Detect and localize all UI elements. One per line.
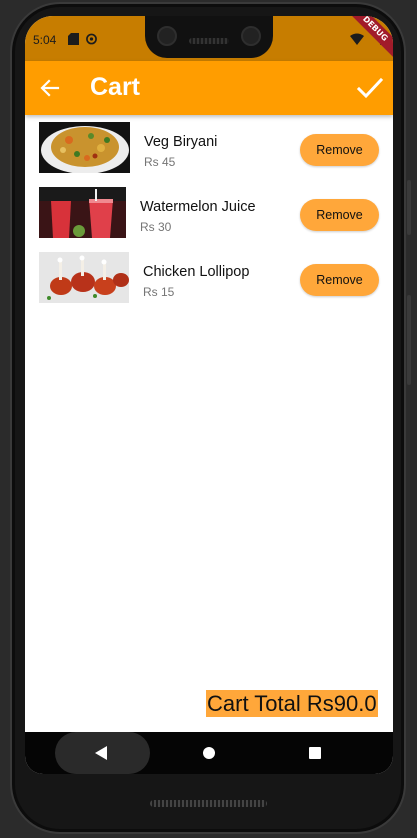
cart-item: Watermelon Juice Rs 30 Remove [25,183,393,238]
circle-home-icon[interactable] [203,747,215,759]
bottom-speaker [150,800,267,807]
triangle-back-icon [95,746,107,760]
item-price: Rs 30 [140,220,172,234]
cart-item: Veg Biryani Rs 45 Remove [25,118,393,173]
volume-button [407,295,411,385]
item-price: Rs 45 [144,155,176,169]
remove-button[interactable]: Remove [300,264,379,296]
status-bar: 5:04 DEBUG [25,16,393,63]
camera-notch [145,16,273,58]
remove-button[interactable]: Remove [300,134,379,166]
cart-total: Cart Total Rs90.0 [206,690,378,717]
watermelon-juice-image [39,187,126,238]
app-bar: Cart [25,61,393,115]
check-icon[interactable] [355,73,385,103]
item-name: Chicken Lollipop [143,264,250,280]
arrow-left-icon[interactable] [37,75,63,101]
veg-biryani-image [39,122,130,173]
nav-back-button[interactable] [55,732,150,774]
front-camera [157,26,177,46]
status-time: 5:04 [33,33,57,47]
system-nav-bar [25,732,393,774]
page-title: Cart [90,73,141,101]
front-camera [241,26,261,46]
chicken-lollipop-image [39,252,129,303]
item-price: Rs 15 [143,285,175,299]
earpiece-speaker [189,38,229,44]
wifi-icon [350,33,364,45]
cart-item: Chicken Lollipop Rs 15 Remove [25,248,393,303]
square-recents-icon[interactable] [309,747,321,759]
sd-card-icon [68,33,79,45]
item-name: Watermelon Juice [140,199,256,215]
item-name: Veg Biryani [144,134,218,150]
remove-button[interactable]: Remove [300,199,379,231]
sync-icon [86,33,97,45]
device-screen: 5:04 DEBUG Cart Veg Biryani Rs 45 Remove… [25,16,393,774]
power-button [407,180,411,235]
